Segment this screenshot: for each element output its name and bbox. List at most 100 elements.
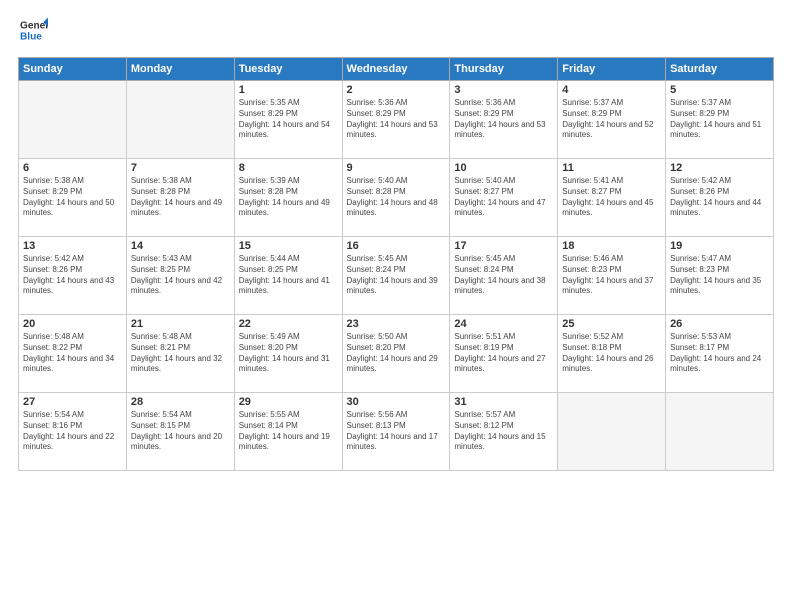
- calendar-cell: 31 Sunrise: 5:57 AM Sunset: 8:12 PM Dayli…: [450, 393, 558, 471]
- week-row-2: 6 Sunrise: 5:38 AM Sunset: 8:29 PM Daylig…: [19, 159, 774, 237]
- calendar-cell: 19 Sunrise: 5:47 AM Sunset: 8:23 PM Dayli…: [666, 237, 774, 315]
- day-info: Sunrise: 5:43 AM Sunset: 8:25 PM Dayligh…: [131, 254, 230, 297]
- day-info: Sunrise: 5:37 AM Sunset: 8:29 PM Dayligh…: [562, 98, 661, 141]
- weekday-header: SundayMondayTuesdayWednesdayThursdayFrid…: [19, 58, 774, 81]
- day-number: 3: [454, 84, 553, 96]
- day-number: 29: [239, 396, 338, 408]
- calendar-cell: 29 Sunrise: 5:55 AM Sunset: 8:14 PM Dayli…: [234, 393, 342, 471]
- day-info: Sunrise: 5:48 AM Sunset: 8:21 PM Dayligh…: [131, 332, 230, 375]
- day-number: 30: [347, 396, 446, 408]
- day-number: 4: [562, 84, 661, 96]
- calendar-cell: [126, 81, 234, 159]
- week-row-4: 20 Sunrise: 5:48 AM Sunset: 8:22 PM Dayli…: [19, 315, 774, 393]
- day-number: 26: [670, 318, 769, 330]
- day-number: 9: [347, 162, 446, 174]
- weekday-saturday: Saturday: [666, 58, 774, 81]
- day-info: Sunrise: 5:52 AM Sunset: 8:18 PM Dayligh…: [562, 332, 661, 375]
- day-number: 2: [347, 84, 446, 96]
- svg-text:Blue: Blue: [20, 31, 42, 42]
- day-number: 8: [239, 162, 338, 174]
- header: General Blue: [18, 16, 774, 49]
- day-info: Sunrise: 5:37 AM Sunset: 8:29 PM Dayligh…: [670, 98, 769, 141]
- calendar-cell: 5 Sunrise: 5:37 AM Sunset: 8:29 PM Daylig…: [666, 81, 774, 159]
- calendar-cell: 27 Sunrise: 5:54 AM Sunset: 8:16 PM Dayli…: [19, 393, 127, 471]
- weekday-friday: Friday: [558, 58, 666, 81]
- calendar-cell: 25 Sunrise: 5:52 AM Sunset: 8:18 PM Dayli…: [558, 315, 666, 393]
- day-number: 19: [670, 240, 769, 252]
- day-info: Sunrise: 5:53 AM Sunset: 8:17 PM Dayligh…: [670, 332, 769, 375]
- calendar-cell: 30 Sunrise: 5:56 AM Sunset: 8:13 PM Dayli…: [342, 393, 450, 471]
- weekday-monday: Monday: [126, 58, 234, 81]
- calendar-cell: 8 Sunrise: 5:39 AM Sunset: 8:28 PM Daylig…: [234, 159, 342, 237]
- day-number: 24: [454, 318, 553, 330]
- week-row-3: 13Sunrise: 5:42 AM Sunset: 8:26 PM Dayli…: [19, 237, 774, 315]
- day-info: Sunrise: 5:48 AM Sunset: 8:22 PM Dayligh…: [23, 332, 122, 375]
- calendar-body: 1Sunrise: 5:35 AM Sunset: 8:29 PM Daylig…: [19, 81, 774, 471]
- day-info: Sunrise: 5:47 AM Sunset: 8:23 PM Dayligh…: [670, 254, 769, 297]
- day-number: 31: [454, 396, 553, 408]
- weekday-sunday: Sunday: [19, 58, 127, 81]
- calendar-cell: 24 Sunrise: 5:51 AM Sunset: 8:19 PM Dayli…: [450, 315, 558, 393]
- day-number: 27: [23, 396, 122, 408]
- day-number: 6: [23, 162, 122, 174]
- calendar-table: SundayMondayTuesdayWednesdayThursdayFrid…: [18, 57, 774, 471]
- day-number: 5: [670, 84, 769, 96]
- calendar-cell: 15 Sunrise: 5:44 AM Sunset: 8:25 PM Dayli…: [234, 237, 342, 315]
- day-info: Sunrise: 5:57 AM Sunset: 8:12 PM Dayligh…: [454, 410, 553, 453]
- day-info: Sunrise: 5:40 AM Sunset: 8:27 PM Dayligh…: [454, 176, 553, 219]
- calendar-cell: 3 Sunrise: 5:36 AM Sunset: 8:29 PM Daylig…: [450, 81, 558, 159]
- day-info: Sunrise: 5:38 AM Sunset: 8:29 PM Dayligh…: [23, 176, 122, 219]
- week-row-5: 27 Sunrise: 5:54 AM Sunset: 8:16 PM Dayli…: [19, 393, 774, 471]
- calendar-cell: 22 Sunrise: 5:49 AM Sunset: 8:20 PM Dayli…: [234, 315, 342, 393]
- day-info: Sunrise: 5:56 AM Sunset: 8:13 PM Dayligh…: [347, 410, 446, 453]
- day-info: Sunrise: 5:54 AM Sunset: 8:16 PM Dayligh…: [23, 410, 122, 453]
- day-info: Sunrise: 5:45 AM Sunset: 8:24 PM Dayligh…: [454, 254, 553, 297]
- day-info: Sunrise: 5:38 AM Sunset: 8:28 PM Dayligh…: [131, 176, 230, 219]
- day-number: 12: [670, 162, 769, 174]
- calendar-cell: 1Sunrise: 5:35 AM Sunset: 8:29 PM Daylig…: [234, 81, 342, 159]
- day-number: 16: [347, 240, 446, 252]
- day-info: Sunrise: 5:39 AM Sunset: 8:28 PM Dayligh…: [239, 176, 338, 219]
- page: General Blue SundayMondayTuesdayWednesda…: [0, 0, 792, 612]
- day-info: Sunrise: 5:40 AM Sunset: 8:28 PM Dayligh…: [347, 176, 446, 219]
- day-info: Sunrise: 5:35 AM Sunset: 8:29 PM Dayligh…: [239, 98, 338, 141]
- calendar-cell: [558, 393, 666, 471]
- day-number: 22: [239, 318, 338, 330]
- calendar-cell: 21 Sunrise: 5:48 AM Sunset: 8:21 PM Dayli…: [126, 315, 234, 393]
- logo: General Blue: [18, 16, 48, 49]
- day-info: Sunrise: 5:46 AM Sunset: 8:23 PM Dayligh…: [562, 254, 661, 297]
- day-number: 17: [454, 240, 553, 252]
- day-info: Sunrise: 5:41 AM Sunset: 8:27 PM Dayligh…: [562, 176, 661, 219]
- day-number: 28: [131, 396, 230, 408]
- day-info: Sunrise: 5:45 AM Sunset: 8:24 PM Dayligh…: [347, 254, 446, 297]
- day-number: 10: [454, 162, 553, 174]
- calendar-cell: 4 Sunrise: 5:37 AM Sunset: 8:29 PM Daylig…: [558, 81, 666, 159]
- calendar-cell: 2Sunrise: 5:36 AM Sunset: 8:29 PM Daylig…: [342, 81, 450, 159]
- day-info: Sunrise: 5:49 AM Sunset: 8:20 PM Dayligh…: [239, 332, 338, 375]
- day-info: Sunrise: 5:44 AM Sunset: 8:25 PM Dayligh…: [239, 254, 338, 297]
- calendar-cell: 23 Sunrise: 5:50 AM Sunset: 8:20 PM Dayli…: [342, 315, 450, 393]
- day-number: 21: [131, 318, 230, 330]
- weekday-thursday: Thursday: [450, 58, 558, 81]
- day-number: 11: [562, 162, 661, 174]
- day-info: Sunrise: 5:50 AM Sunset: 8:20 PM Dayligh…: [347, 332, 446, 375]
- weekday-wednesday: Wednesday: [342, 58, 450, 81]
- day-info: Sunrise: 5:51 AM Sunset: 8:19 PM Dayligh…: [454, 332, 553, 375]
- day-info: Sunrise: 5:54 AM Sunset: 8:15 PM Dayligh…: [131, 410, 230, 453]
- day-number: 23: [347, 318, 446, 330]
- calendar-cell: 13Sunrise: 5:42 AM Sunset: 8:26 PM Dayli…: [19, 237, 127, 315]
- day-info: Sunrise: 5:42 AM Sunset: 8:26 PM Dayligh…: [670, 176, 769, 219]
- calendar-cell: 16 Sunrise: 5:45 AM Sunset: 8:24 PM Dayli…: [342, 237, 450, 315]
- day-info: Sunrise: 5:55 AM Sunset: 8:14 PM Dayligh…: [239, 410, 338, 453]
- day-number: 18: [562, 240, 661, 252]
- day-number: 25: [562, 318, 661, 330]
- calendar-cell: [19, 81, 127, 159]
- week-row-1: 1Sunrise: 5:35 AM Sunset: 8:29 PM Daylig…: [19, 81, 774, 159]
- day-info: Sunrise: 5:36 AM Sunset: 8:29 PM Dayligh…: [454, 98, 553, 141]
- calendar-cell: 28 Sunrise: 5:54 AM Sunset: 8:15 PM Dayli…: [126, 393, 234, 471]
- day-number: 20: [23, 318, 122, 330]
- weekday-tuesday: Tuesday: [234, 58, 342, 81]
- calendar-cell: 17 Sunrise: 5:45 AM Sunset: 8:24 PM Dayli…: [450, 237, 558, 315]
- day-number: 15: [239, 240, 338, 252]
- calendar-cell: 12 Sunrise: 5:42 AM Sunset: 8:26 PM Dayli…: [666, 159, 774, 237]
